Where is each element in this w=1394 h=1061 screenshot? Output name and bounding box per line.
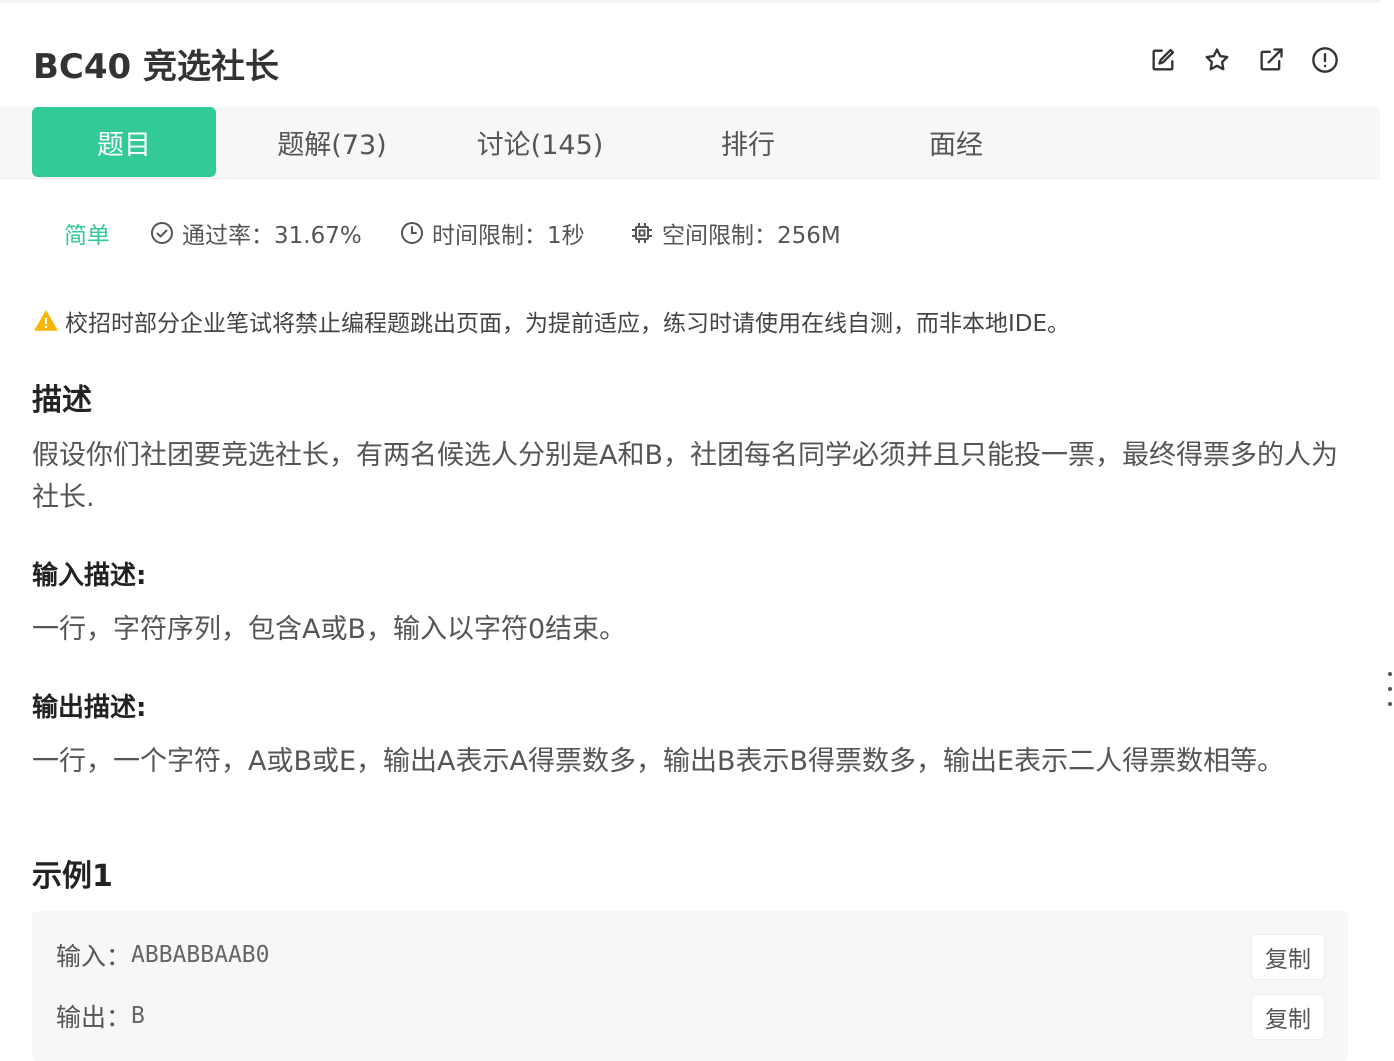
example-heading: 示例1 [32,859,113,894]
output-desc-heading: 输出描述: [32,693,147,723]
input-desc-heading: 输入描述: [32,561,147,591]
time-limit-text: 时间限制：1秒 [432,223,585,249]
warning-icon [34,310,58,331]
example-output-row: 输出： B [56,994,145,1038]
example-input-value: ABBABBAAB0 [131,942,270,968]
clock-icon [401,222,423,244]
chip-icon [632,223,652,243]
tab-ranking[interactable]: 排行 [656,107,840,177]
tab-discussion[interactable]: 讨论(145) [448,107,632,177]
tab-problem[interactable]: 题目 [32,107,216,177]
example-output-label: 输出： [56,1003,132,1032]
star-icon[interactable] [1202,45,1232,75]
input-desc-text: 一行，字符序列，包含A或B，输入以字符0结束。 [32,614,627,645]
problem-header: BC40 竞选社长 [0,3,1380,107]
description-heading: 描述 [32,383,92,418]
check-circle-icon [151,222,173,244]
example-output-value: B [131,1003,145,1029]
header-actions [1148,45,1340,75]
tab-solutions[interactable]: 题解(73) [240,107,424,177]
pass-rate-text: 通过率：31.67% [182,223,362,249]
open-external-icon[interactable] [1256,45,1286,75]
time-limit: 时间限制：1秒 [400,211,585,255]
problem-title: BC40 竞选社长 [33,47,280,87]
alert-circle-icon[interactable] [1310,45,1340,75]
tab-interview[interactable]: 面经 [864,107,1048,177]
space-limit-text: 空间限制：256M [662,223,841,249]
ide-warning: 校招时部分企业笔试将禁止编程题跳出页面，为提前适应，练习时请使用在线自测，而非本… [33,303,1070,339]
warning-text: 校招时部分企业笔试将禁止编程题跳出页面，为提前适应，练习时请使用在线自测，而非本… [65,311,1071,337]
difficulty-badge: 简单 [64,223,110,249]
description-text: 假设你们社团要竞选社长，有两名候选人分别是A和B，社团每名同学必须并且只能投一票… [32,440,1338,513]
copy-input-button[interactable]: 复制 [1252,935,1324,979]
example-input-row: 输入： ABBABBAAB0 [56,933,270,977]
panel-gutter [1380,0,1394,1048]
space-limit: 空间限制：256M [630,211,841,255]
problem-panel: BC40 竞选社长 题目 题解(73) 讨论(145) 排行 面经 简单 通过率… [0,0,1380,1061]
output-desc-text: 一行，一个字符，A或B或E，输出A表示A得票数多，输出B表示B得票数多，输出E表… [32,746,1285,777]
example-input-label: 输入： [56,942,132,971]
problem-meta: 简单 通过率：31.67% 时间限制：1秒 空间限制：256M [0,211,1380,255]
pass-rate: 通过率：31.67% [150,211,362,255]
resize-handle[interactable] [1387,672,1393,706]
edit-icon[interactable] [1148,45,1178,75]
problem-tabs: 题目 题解(73) 讨论(145) 排行 面经 [0,107,1380,179]
copy-output-button[interactable]: 复制 [1252,995,1324,1039]
example-box: 输入： ABBABBAAB0 复制 输出： B 复制 [32,911,1348,1061]
